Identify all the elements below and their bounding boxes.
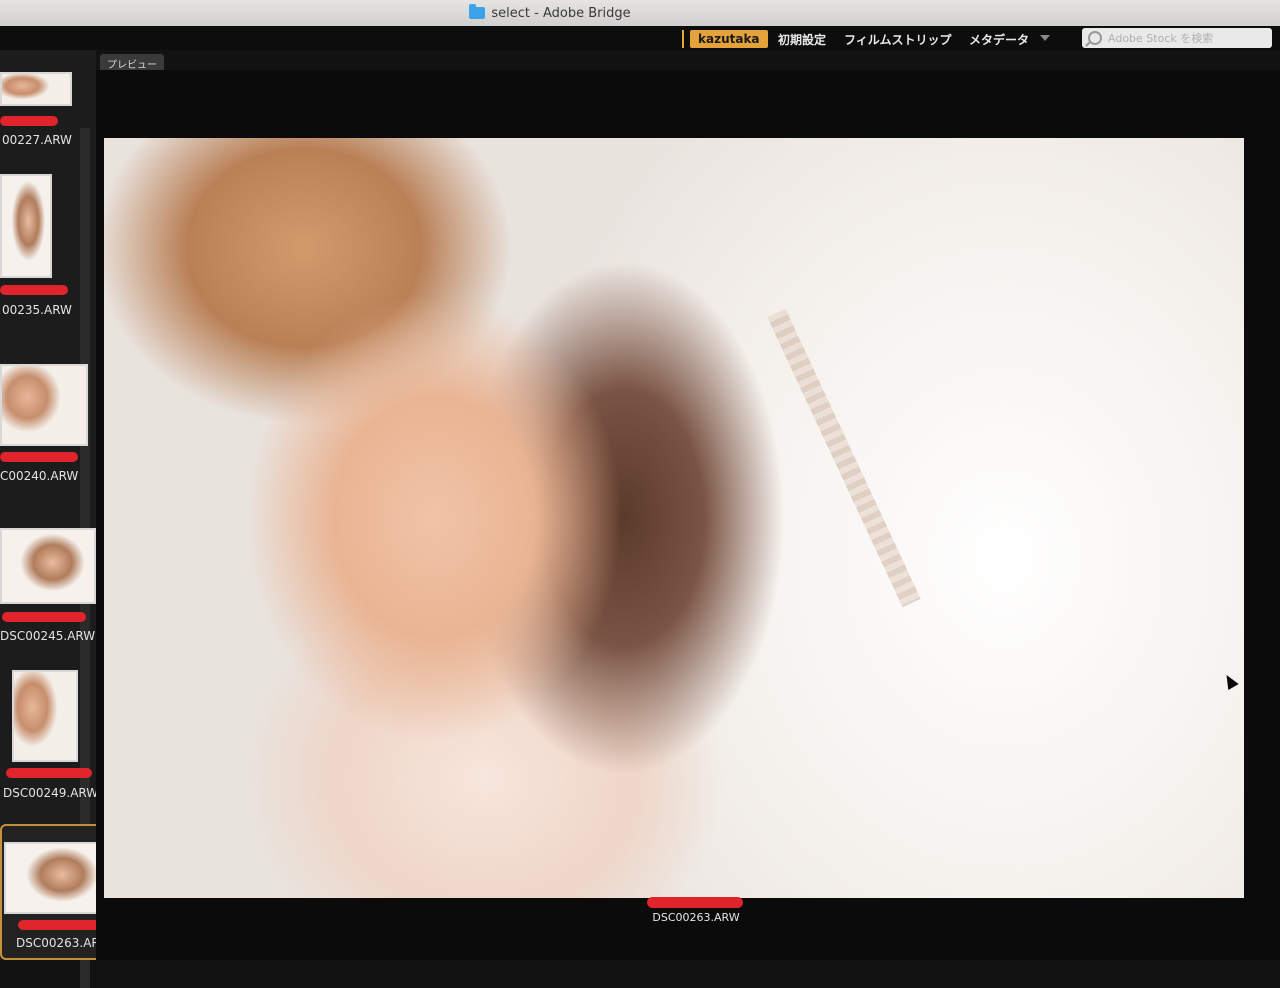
thumbnail[interactable] bbox=[0, 364, 88, 446]
thumbnail[interactable] bbox=[12, 670, 78, 762]
thumbnail-filename: C00240.ARW bbox=[0, 469, 79, 483]
rating-label bbox=[0, 116, 58, 126]
thumbnail-filename: 00227.ARW bbox=[2, 133, 72, 147]
stock-search-input[interactable] bbox=[1106, 30, 1260, 46]
thumbnail[interactable] bbox=[0, 528, 96, 604]
window-titlebar: select - Adobe Bridge bbox=[0, 0, 1280, 26]
rating-label bbox=[0, 285, 68, 295]
thumbnail-filename: 00235.ARW bbox=[2, 303, 72, 317]
preview-filename: DSC00263.ARW bbox=[652, 911, 740, 924]
workspace-tab-filmstrip[interactable]: フィルムストリップ bbox=[844, 31, 952, 48]
workspace-tab-default[interactable]: 初期設定 bbox=[778, 31, 826, 48]
rating-label bbox=[2, 612, 86, 622]
lace-strap-detail bbox=[767, 308, 921, 608]
thumbnail-image bbox=[2, 74, 70, 104]
thumbnail[interactable] bbox=[4, 842, 110, 914]
workspace-dropdown-icon[interactable] bbox=[1040, 35, 1050, 41]
workspace-tab-metadata[interactable]: メタデータ bbox=[969, 31, 1029, 48]
search-icon[interactable] bbox=[1088, 31, 1102, 45]
thumbnail-image bbox=[14, 672, 76, 760]
rating-label bbox=[18, 920, 104, 930]
stock-search-box bbox=[1082, 28, 1272, 48]
thumbnail[interactable] bbox=[0, 174, 52, 278]
workspace-tab-kazutaka[interactable]: kazutaka bbox=[690, 30, 768, 48]
thumbnail-filename: DSC00249.ARW bbox=[3, 786, 99, 800]
window-title: select - Adobe Bridge bbox=[491, 5, 631, 21]
rating-label bbox=[6, 768, 92, 778]
thumbnail-image bbox=[2, 366, 86, 444]
rating-label bbox=[0, 452, 78, 462]
workspace-divider bbox=[682, 30, 684, 48]
preview-rating-label bbox=[647, 897, 743, 908]
thumbnail-image bbox=[6, 844, 108, 912]
thumbnail-image bbox=[2, 176, 50, 276]
thumbnail[interactable] bbox=[0, 72, 72, 106]
folder-icon bbox=[469, 4, 486, 19]
thumbnail-image bbox=[2, 530, 94, 602]
thumbnail-filename: DSC00245.ARW bbox=[0, 629, 96, 643]
preview-image bbox=[104, 138, 1244, 898]
